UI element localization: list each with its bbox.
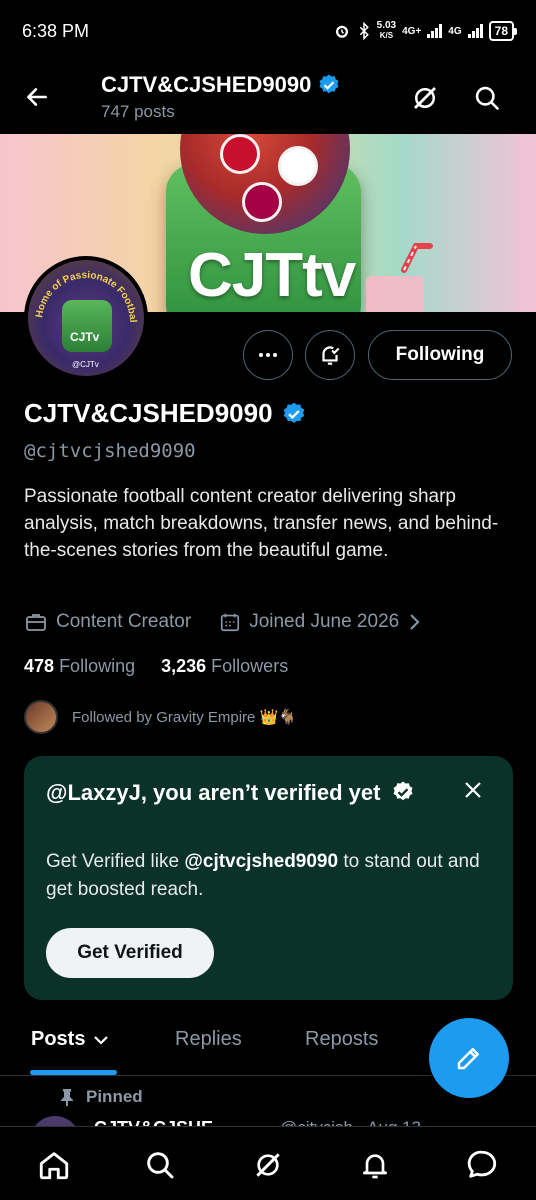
tab-posts[interactable]: Posts bbox=[31, 1028, 111, 1051]
profile-name-text: CJTV&CJSHED9090 bbox=[24, 398, 273, 428]
profile-bio: Passionate football content creator deli… bbox=[24, 486, 499, 561]
grok-button[interactable] bbox=[407, 80, 443, 116]
home-icon bbox=[39, 1152, 69, 1180]
crest-barcelona-icon bbox=[242, 182, 282, 222]
profile-stats: 478 Following 3,236 Followers bbox=[24, 656, 288, 677]
grok-icon bbox=[256, 1153, 280, 1177]
verify-card-title: @LaxzyJ, you aren’t verified yet bbox=[46, 778, 426, 807]
followed-by[interactable]: Followed by Gravity Empire 👑🐐 bbox=[24, 700, 297, 734]
pin-icon bbox=[61, 1089, 73, 1106]
header-title-block: CJTV&CJSHED9090 747 posts bbox=[101, 72, 341, 122]
network-label-1: 4G+ bbox=[402, 25, 422, 37]
search-icon bbox=[147, 1152, 174, 1179]
followers-stat[interactable]: 3,236 Followers bbox=[161, 656, 288, 677]
net-speed: 5.03 K/S bbox=[377, 21, 396, 41]
post-count: 747 posts bbox=[101, 102, 175, 121]
signal-bars-2-icon bbox=[467, 24, 483, 38]
drink-glass-icon bbox=[366, 243, 433, 312]
crest-liverpool-icon bbox=[220, 134, 260, 174]
post-author-avatar bbox=[30, 1116, 80, 1126]
search-icon bbox=[475, 86, 499, 110]
calendar-icon bbox=[221, 613, 240, 632]
verify-prompt-card: @LaxzyJ, you aren’t verified yet Get Ver… bbox=[24, 756, 513, 1000]
grok-icon bbox=[414, 87, 436, 109]
following-stat[interactable]: 478 Following bbox=[24, 656, 135, 677]
notify-button[interactable] bbox=[305, 330, 355, 380]
profile-name: CJTV&CJSHED9090 bbox=[24, 398, 307, 429]
following-stat-label: Following bbox=[59, 656, 136, 676]
post-author-name: CJTV&CJSHE bbox=[94, 1118, 213, 1126]
status-time: 6:38 PM bbox=[22, 20, 90, 41]
avatar-logo-tile bbox=[62, 300, 112, 352]
header-name: CJTV&CJSHED9090 bbox=[101, 72, 312, 97]
followers-stat-label: Followers bbox=[211, 656, 289, 676]
avatar-brand: CJTv bbox=[70, 330, 100, 344]
avatar-tag: @CJTv bbox=[72, 360, 99, 369]
profile-handle: @cjtvcjshed9090 bbox=[24, 440, 196, 462]
tab-replies[interactable]: Replies bbox=[175, 1028, 242, 1051]
verify-desc-handle: @cjtvcjshed9090 bbox=[184, 851, 339, 872]
followed-by-text: Followed by Gravity Empire 👑🐐 bbox=[72, 709, 297, 726]
followers-count: 3,236 bbox=[161, 656, 207, 676]
profile-joined[interactable]: Joined June 2026 bbox=[249, 611, 399, 633]
tab-posts-label: Posts bbox=[31, 1028, 86, 1050]
bottom-navigation bbox=[0, 1126, 536, 1200]
close-icon bbox=[465, 782, 481, 798]
nav-notifications[interactable] bbox=[355, 1145, 395, 1185]
chevron-right-icon[interactable] bbox=[407, 612, 423, 632]
bell-icon bbox=[363, 1154, 387, 1179]
status-icons: 5.03 K/S 4G+ 4G 78 bbox=[333, 21, 518, 41]
profile-meta: Content Creator Joined June 2026 bbox=[24, 610, 423, 634]
network-label-2: 4G bbox=[448, 25, 462, 37]
verify-card-title-text: @LaxzyJ, you aren’t verified yet bbox=[46, 780, 381, 805]
status-bar: 6:38 PM 5.03 K/S 4G+ 4G 78 bbox=[0, 0, 536, 62]
more-button[interactable] bbox=[243, 330, 293, 380]
verified-badge-icon[interactable] bbox=[281, 401, 307, 427]
verify-desc-prefix: Get Verified like bbox=[46, 851, 185, 872]
following-count: 478 bbox=[24, 656, 55, 676]
post-meta: @cjtvcjsh · Aug 13 bbox=[280, 1118, 421, 1126]
header-title: CJTV&CJSHED9090 bbox=[101, 72, 341, 98]
arrow-left-icon bbox=[27, 88, 47, 106]
chevron-down-icon bbox=[94, 1035, 109, 1045]
follower-avatar bbox=[24, 700, 58, 734]
pinned-text: Pinned bbox=[86, 1087, 143, 1106]
nav-home[interactable] bbox=[34, 1145, 74, 1185]
alarm-icon bbox=[335, 25, 348, 38]
messages-icon bbox=[467, 1150, 497, 1178]
compose-button[interactable] bbox=[429, 1018, 509, 1098]
verify-card-close-button[interactable] bbox=[461, 778, 485, 802]
bell-subscribe-icon bbox=[322, 346, 340, 365]
net-speed-value: 5.03 bbox=[376, 20, 397, 31]
signal-bars-1-icon bbox=[427, 24, 443, 38]
battery-icon: 78 bbox=[488, 21, 518, 41]
bluetooth-icon bbox=[359, 22, 369, 40]
profile-avatar[interactable]: Home of Passionate Football Fans CJTv @C… bbox=[24, 256, 148, 380]
verify-card-description: Get Verified like @cjtvcjshed9090 to sta… bbox=[46, 848, 486, 904]
net-speed-unit: K/S bbox=[379, 31, 394, 40]
nav-messages[interactable] bbox=[462, 1145, 502, 1185]
crest-realmadrid-icon bbox=[278, 146, 318, 186]
compose-icon bbox=[457, 1048, 479, 1070]
search-button[interactable] bbox=[469, 80, 505, 116]
more-horizontal-icon bbox=[259, 353, 277, 357]
pinned-label: Pinned bbox=[58, 1087, 143, 1107]
back-button[interactable] bbox=[20, 80, 54, 114]
nav-search[interactable] bbox=[140, 1145, 180, 1185]
verified-outline-icon bbox=[393, 781, 413, 801]
profile-header: CJTV&CJSHED9090 747 posts bbox=[0, 62, 536, 134]
active-tab-indicator bbox=[30, 1070, 117, 1075]
pinned-post-preview[interactable]: CJTV&CJSHE @cjtvcjsh · Aug 13 bbox=[30, 1116, 510, 1126]
briefcase-icon bbox=[26, 614, 46, 631]
nav-grok[interactable] bbox=[248, 1145, 288, 1185]
following-button[interactable]: Following bbox=[368, 330, 512, 380]
tab-reposts[interactable]: Reposts bbox=[305, 1028, 378, 1051]
banner-brand-text: CJTtv bbox=[188, 241, 356, 310]
get-verified-button[interactable]: Get Verified bbox=[46, 928, 214, 978]
profile-category: Content Creator bbox=[56, 611, 192, 632]
verified-badge-icon bbox=[319, 74, 339, 94]
